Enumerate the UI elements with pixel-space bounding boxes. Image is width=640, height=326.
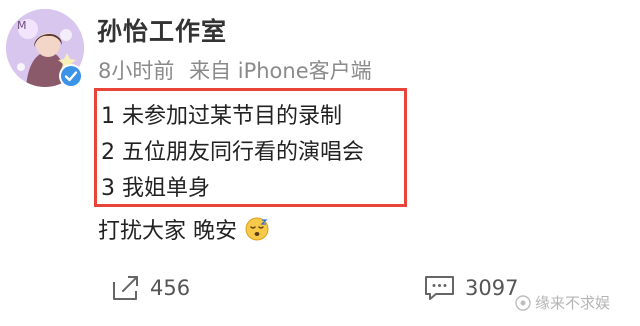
- post-time: 8小时前: [98, 59, 175, 83]
- post-source: 来自 iPhone客户端: [189, 59, 372, 83]
- share-button[interactable]: 456: [110, 274, 190, 302]
- username[interactable]: 孙怡工作室: [97, 12, 227, 48]
- share-icon: [113, 276, 138, 300]
- watermark-logo-icon: [515, 294, 531, 311]
- closing-text: 打扰大家 晚安: [98, 219, 237, 244]
- post-closing-line: 打扰大家 晚安: [98, 213, 269, 245]
- comment-count: 3097: [465, 276, 519, 300]
- comment-button[interactable]: 3097: [423, 274, 518, 302]
- sleepy-face-icon: [245, 217, 269, 241]
- post-meta: 8小时前 来自 iPhone客户端: [98, 55, 380, 85]
- list-item: 3 我姐单身: [101, 176, 210, 201]
- verified-badge-icon: [59, 64, 83, 88]
- weibo-post: M 孙怡工作室 8小时前 来自 iPhone客户端 1 未参加过某节目的录制 2…: [0, 0, 640, 326]
- highlight-box: 1 未参加过某节目的录制 2 五位朋友同行看的演唱会 3 我姐单身: [94, 88, 407, 207]
- share-count: 456: [150, 276, 191, 300]
- watermark-text: 缘来不求娱: [535, 294, 611, 312]
- list-item: 2 五位朋友同行看的演唱会: [101, 140, 364, 165]
- list-item: 1 未参加过某节目的录制: [101, 104, 342, 129]
- avatar-container[interactable]: M: [6, 9, 84, 88]
- watermark: 缘来不求娱: [515, 292, 610, 313]
- svg-text:M: M: [17, 19, 27, 32]
- comment-icon: [425, 276, 454, 300]
